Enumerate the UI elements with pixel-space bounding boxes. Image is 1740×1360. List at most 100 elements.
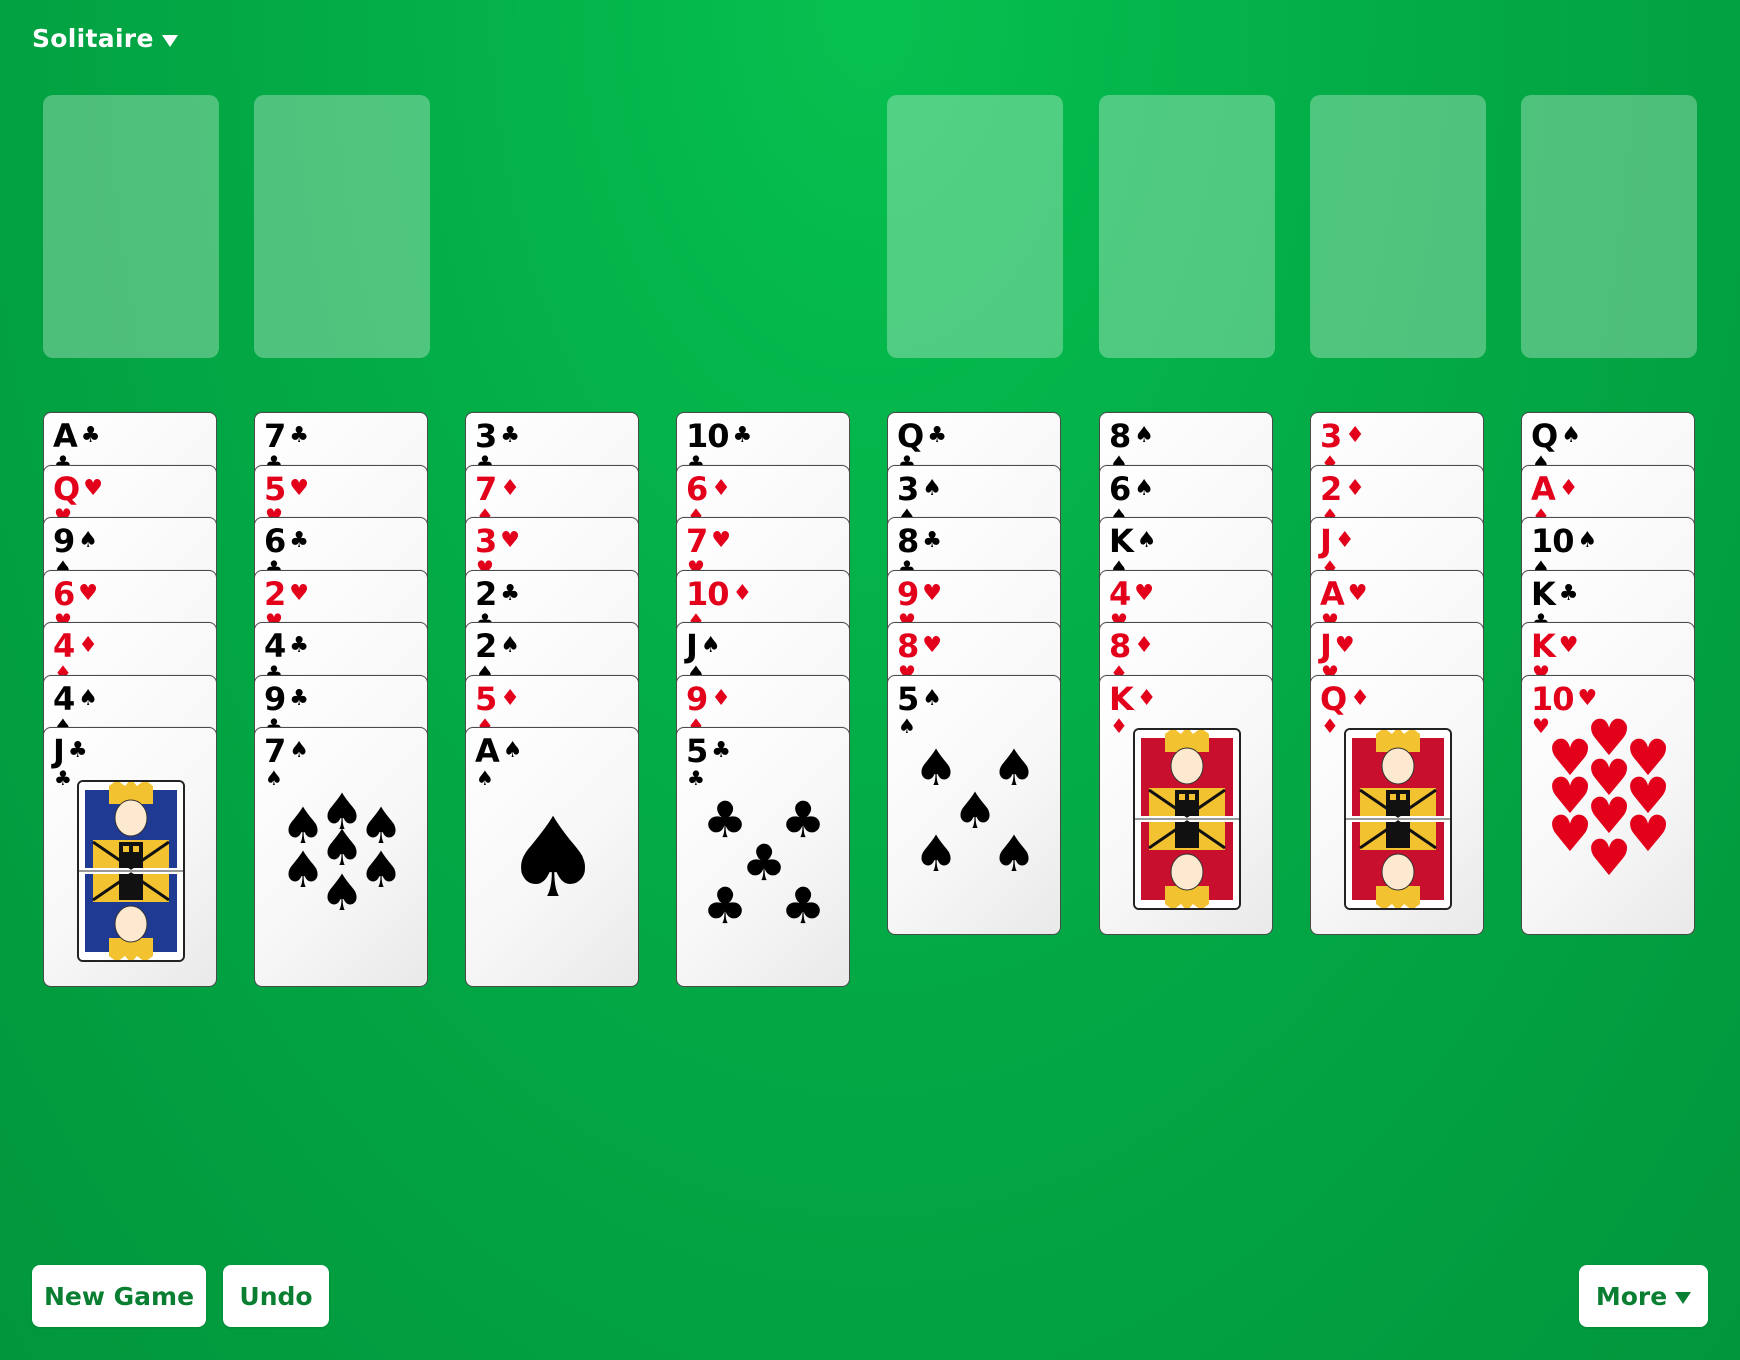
card-index: 4 ♥ — [1109, 574, 1154, 613]
card-suit: ♦ — [500, 685, 520, 711]
card-rank: J — [1320, 627, 1332, 665]
card-rank: A — [1320, 574, 1345, 613]
playing-card[interactable]: J ♣ ♣ — [43, 727, 217, 987]
playing-card[interactable]: K ♦ ♦ — [1099, 674, 1273, 935]
caret-down-icon — [161, 34, 178, 47]
playing-card[interactable]: Q ♦ ♦ — [1310, 674, 1484, 935]
card-rank: Q — [897, 417, 924, 455]
game-menu-label: Solitaire — [32, 24, 154, 53]
foundation-1[interactable] — [887, 95, 1063, 358]
playing-card[interactable]: 5 ♠ ♠ ♠ ♠ ♠ ♠ ♠ — [887, 674, 1061, 935]
card-pip-icon: ♠ — [503, 794, 603, 922]
card-index: 5 ♣ — [686, 733, 731, 769]
card-rank: 2 — [264, 574, 286, 613]
card-suit: ♥ — [1134, 580, 1154, 606]
playing-card[interactable]: 10 ♥ ♥ ♥ ♥ ♥ ♥ ♥ ♥ ♥ ♥ ♥ ♥ — [1521, 674, 1695, 935]
card-pip-icon: ♥ — [1586, 828, 1632, 887]
card-rank: 6 — [686, 469, 708, 508]
card-suit: ♥ — [289, 475, 309, 501]
card-rank: 10 — [1531, 522, 1575, 560]
undo-button[interactable]: Undo — [223, 1265, 329, 1327]
card-suit: ♠ — [922, 475, 942, 501]
card-index: A ♣ — [53, 418, 100, 454]
card-suit: ♦ — [711, 685, 731, 711]
card-suit: ♥ — [78, 580, 98, 606]
card-suit: ♦ — [500, 475, 520, 501]
card-suit: ♠ — [1134, 475, 1154, 501]
card-rank: Q — [53, 469, 80, 508]
card-rank: A — [1531, 469, 1556, 508]
free-cell-1[interactable] — [43, 95, 219, 358]
card-rank: 7 — [264, 732, 286, 770]
card-pip-icon: ♠ — [319, 864, 365, 922]
card-suit: ♠ — [1134, 423, 1154, 448]
card-suit: ♦ — [732, 580, 753, 606]
card-pip-icon: ♣ — [780, 877, 826, 935]
card-rank: 9 — [897, 574, 919, 613]
card-index: 9 ♣ — [264, 681, 309, 717]
card-rank: 4 — [53, 627, 75, 665]
card-corner-suit-icon: ♦ — [1110, 713, 1128, 738]
card-suit: ♠ — [289, 738, 309, 763]
caret-down-icon — [1675, 1292, 1692, 1304]
playing-card[interactable]: 7 ♠ ♠ ♠ ♠ ♠ ♠ ♠ ♠ ♠ — [254, 727, 428, 987]
court-card-face — [1344, 727, 1452, 910]
card-index: 4 ♦ — [53, 627, 98, 665]
card-index: 6 ♣ — [264, 523, 309, 559]
card-index: 6 ♠ — [1109, 471, 1154, 507]
card-index: 3 ♣ — [475, 418, 520, 454]
card-suit: ♥ — [922, 633, 942, 658]
card-index: 5 ♥ — [264, 469, 309, 508]
card-suit: ♠ — [500, 633, 520, 658]
card-index: Q ♦ — [1320, 679, 1370, 718]
card-index: 8 ♥ — [897, 628, 942, 664]
card-index: 8 ♠ — [1109, 417, 1154, 455]
card-index: 10 ♣ — [686, 417, 752, 455]
card-index: 2 ♦ — [1320, 471, 1365, 507]
foundation-3[interactable] — [1310, 95, 1486, 358]
card-suit: ♥ — [500, 528, 520, 553]
card-corner-suit-icon: ♠ — [898, 713, 916, 738]
card-index: 7 ♣ — [264, 417, 309, 455]
card-index: K ♦ — [1109, 681, 1157, 717]
playing-card[interactable]: A ♠ ♠ ♠ — [465, 727, 639, 987]
game-menu[interactable]: Solitaire — [32, 24, 178, 53]
card-rank: 5 — [264, 469, 286, 508]
playing-card[interactable]: 5 ♣ ♣ ♣ ♣ ♣ ♣ ♣ — [676, 727, 850, 987]
card-suit: ♥ — [1558, 633, 1579, 658]
card-index: 6 ♦ — [686, 469, 731, 508]
card-suit: ♠ — [1577, 528, 1598, 553]
card-index: 3 ♦ — [1320, 418, 1365, 454]
foundation-2[interactable] — [1099, 95, 1275, 358]
free-cell-2[interactable] — [254, 95, 430, 358]
card-index: 8 ♦ — [1109, 628, 1154, 664]
card-index: J ♥ — [1320, 627, 1355, 665]
card-pip-icon: ♥ — [1625, 804, 1671, 863]
card-suit: ♠ — [78, 528, 98, 553]
card-rank: 7 — [475, 469, 497, 508]
card-rank: 10 — [686, 417, 730, 455]
card-suit: ♣ — [289, 423, 309, 448]
card-rank: 4 — [1109, 574, 1131, 613]
card-rank: 7 — [264, 417, 286, 455]
foundation-4[interactable] — [1521, 95, 1697, 358]
card-index: K ♣ — [1531, 576, 1579, 612]
card-index: J ♦ — [1320, 523, 1355, 559]
new-game-button[interactable]: New Game — [32, 1265, 206, 1327]
more-button[interactable]: More — [1579, 1265, 1708, 1327]
court-card-artwork — [1346, 729, 1450, 908]
card-suit: ♠ — [922, 685, 942, 711]
card-rank: Q — [1320, 679, 1347, 718]
card-suit: ♦ — [78, 633, 98, 658]
card-rank: 8 — [1109, 417, 1131, 455]
card-suit: ♥ — [711, 528, 731, 553]
card-index: J ♠ — [686, 628, 721, 664]
card-suit: ♥ — [83, 475, 103, 501]
card-suit: ♠ — [1136, 528, 1157, 553]
card-corner-suit-icon: ♠ — [476, 766, 494, 790]
card-suit: ♦ — [1345, 475, 1365, 501]
card-index: 9 ♦ — [686, 681, 731, 717]
card-index: 6 ♥ — [53, 576, 98, 612]
card-rank: 2 — [475, 627, 497, 665]
card-suit: ♣ — [927, 423, 947, 448]
